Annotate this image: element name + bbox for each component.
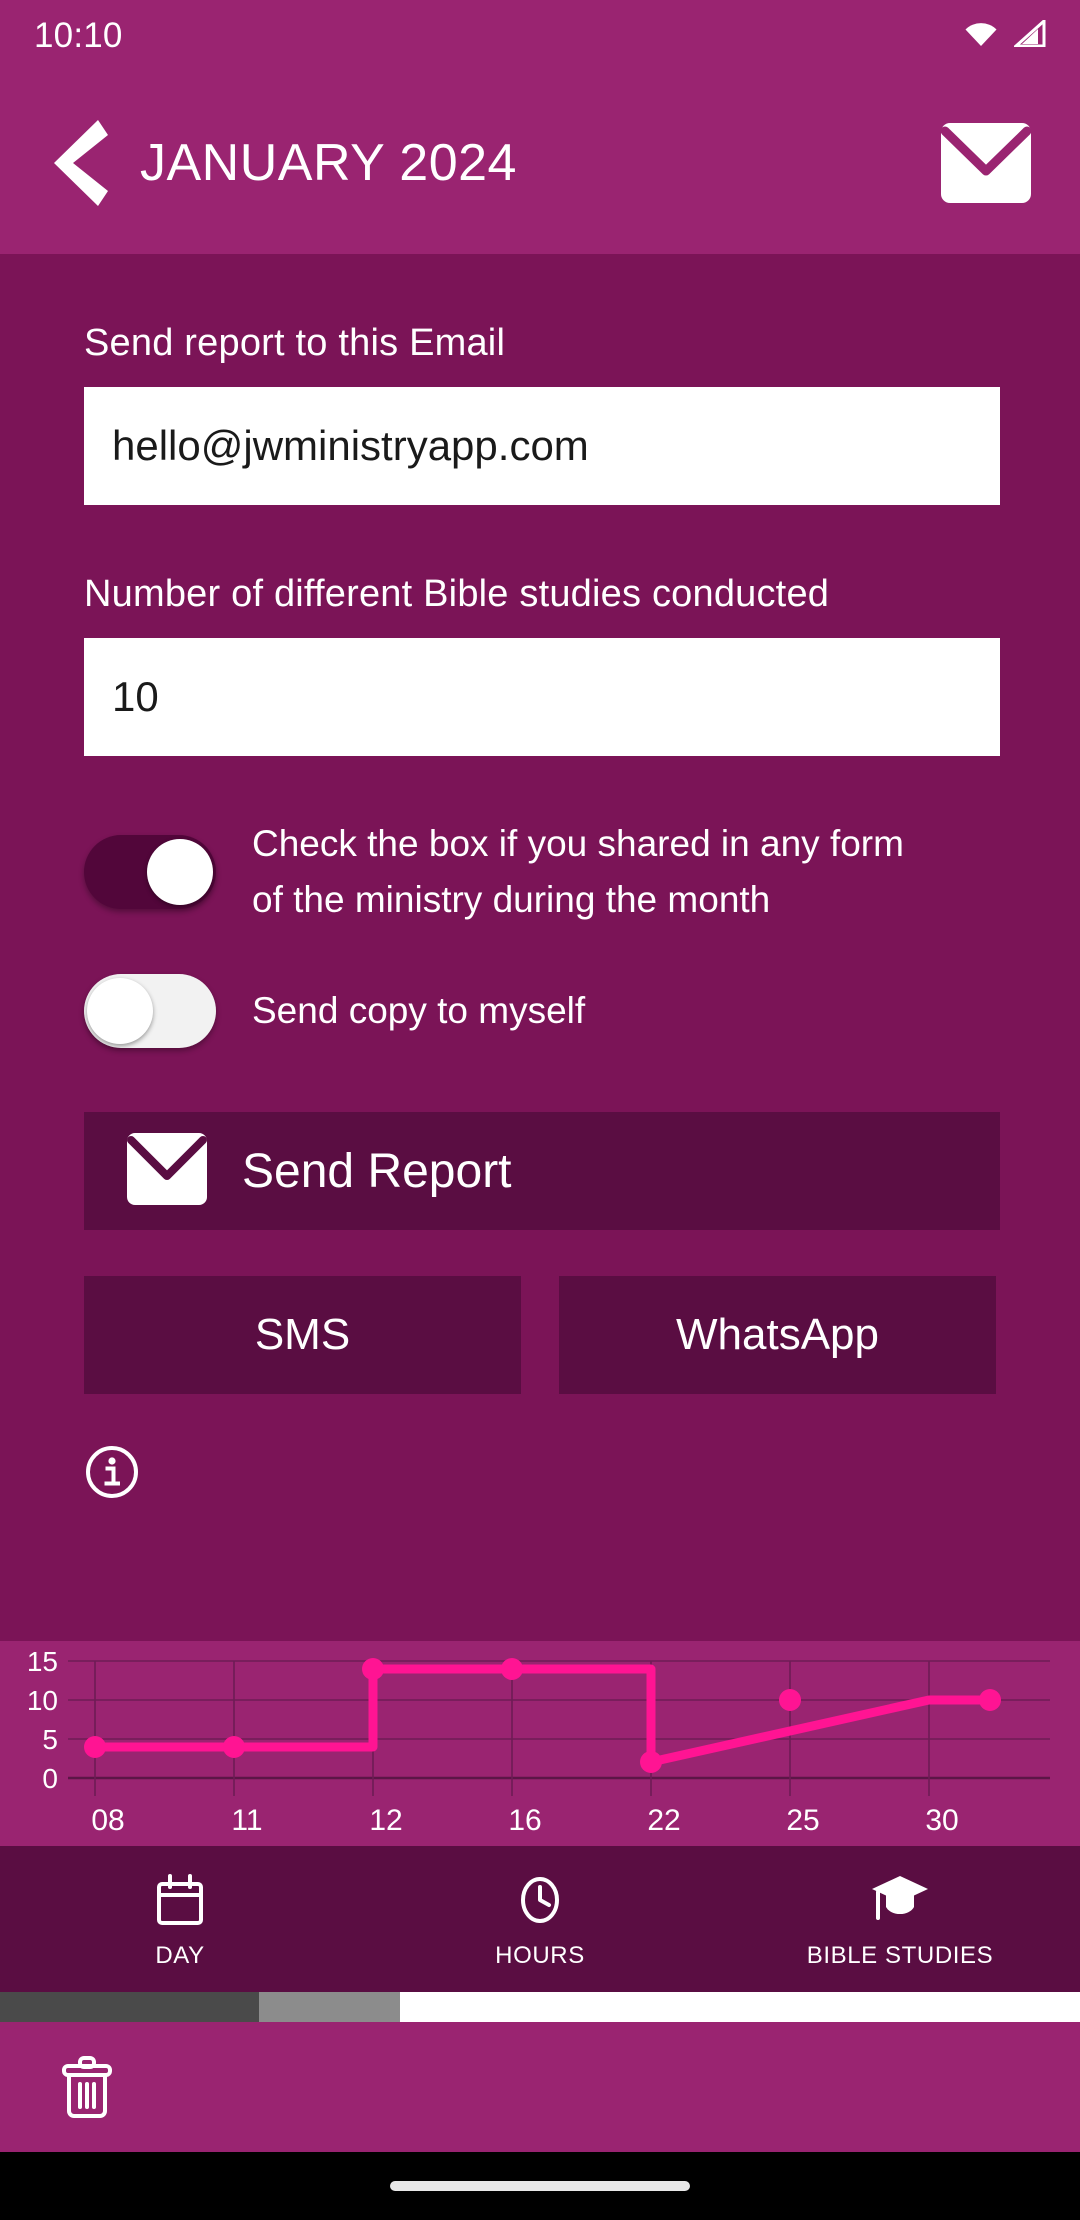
send-copy-row: Send copy to myself bbox=[84, 974, 996, 1048]
send-copy-label: Send copy to myself bbox=[252, 983, 585, 1039]
page-indicator-bar[interactable] bbox=[0, 1992, 1080, 2022]
y-tick-5: 5 bbox=[42, 1724, 58, 1755]
x-tick-5: 25 bbox=[786, 1804, 819, 1837]
segment-bible-studies[interactable] bbox=[400, 1992, 1080, 2022]
nav-label-hours: HOURS bbox=[495, 1942, 585, 1970]
data-point bbox=[979, 1689, 1001, 1711]
y-tick-0: 0 bbox=[42, 1763, 58, 1794]
status-bar: 10:10 bbox=[0, 0, 1080, 72]
back-chevron-icon[interactable] bbox=[48, 115, 114, 211]
data-point bbox=[779, 1689, 801, 1711]
bottom-navigation: DAY HOURS BIBLE STUDIES bbox=[0, 1846, 1080, 1992]
info-circle-icon[interactable] bbox=[84, 1444, 140, 1500]
trash-bar bbox=[0, 2022, 1080, 2152]
gesture-pill[interactable] bbox=[390, 2181, 690, 2191]
data-point bbox=[501, 1658, 523, 1680]
bible-studies-chart[interactable]: 15 10 5 0 08 11 12 16 bbox=[0, 1641, 1080, 1846]
nav-label-day: DAY bbox=[155, 1942, 204, 1970]
shared-ministry-toggle[interactable] bbox=[84, 835, 216, 909]
toggle-knob bbox=[147, 839, 213, 905]
envelope-icon bbox=[126, 1132, 208, 1211]
toggle-knob bbox=[87, 978, 153, 1044]
clock-icon bbox=[516, 1874, 564, 1926]
chart-gridlines bbox=[68, 1661, 1050, 1796]
nav-item-bible-studies[interactable]: BIBLE STUDIES bbox=[720, 1846, 1080, 1992]
x-tick-6: 30 bbox=[925, 1804, 958, 1837]
sms-button[interactable]: SMS bbox=[84, 1276, 521, 1394]
y-tick-10: 10 bbox=[27, 1685, 58, 1716]
page-title: JANUARY 2024 bbox=[140, 133, 517, 193]
send-report-button[interactable]: Send Report bbox=[84, 1112, 1000, 1230]
graduation-cap-icon bbox=[870, 1874, 930, 1926]
trash-icon[interactable] bbox=[58, 2054, 116, 2120]
chart-x-ticks: 08 11 12 16 22 25 30 bbox=[91, 1804, 958, 1837]
email-label: Send report to this Email bbox=[84, 322, 996, 365]
send-copy-toggle[interactable] bbox=[84, 974, 216, 1048]
nav-item-day[interactable]: DAY bbox=[0, 1846, 360, 1992]
shared-ministry-label: Check the box if you shared in any form … bbox=[252, 816, 942, 928]
x-tick-4: 22 bbox=[647, 1804, 680, 1837]
segment-day[interactable] bbox=[0, 1992, 259, 2022]
nav-item-hours[interactable]: HOURS bbox=[360, 1846, 720, 1992]
bible-studies-label: Number of different Bible studies conduc… bbox=[84, 573, 996, 616]
data-point bbox=[362, 1658, 384, 1680]
data-point bbox=[640, 1751, 662, 1773]
report-form: Send report to this Email hello@jwminist… bbox=[0, 254, 1080, 1641]
cell-signal-icon bbox=[1014, 20, 1046, 52]
x-tick-3: 16 bbox=[508, 1804, 541, 1837]
segment-hours[interactable] bbox=[259, 1992, 399, 2022]
app-screen: 10:10 JANUARY 2024 bbox=[0, 0, 1080, 2220]
chart-svg: 15 10 5 0 08 11 12 16 bbox=[0, 1641, 1080, 1846]
system-gesture-bar bbox=[0, 2152, 1080, 2220]
data-point bbox=[223, 1736, 245, 1758]
chart-y-ticks: 15 10 5 0 bbox=[27, 1646, 58, 1794]
nav-label-bible-studies: BIBLE STUDIES bbox=[807, 1942, 994, 1970]
status-time: 10:10 bbox=[34, 16, 123, 56]
bible-studies-field[interactable]: 10 bbox=[84, 638, 1000, 756]
y-tick-15: 15 bbox=[27, 1646, 58, 1677]
wifi-icon bbox=[964, 21, 998, 52]
data-point bbox=[84, 1736, 106, 1758]
send-report-label: Send Report bbox=[242, 1144, 512, 1199]
x-tick-2: 12 bbox=[369, 1804, 402, 1837]
envelope-icon[interactable] bbox=[938, 120, 1034, 206]
x-tick-0: 08 bbox=[91, 1804, 124, 1837]
x-tick-1: 11 bbox=[231, 1804, 262, 1837]
whatsapp-button[interactable]: WhatsApp bbox=[559, 1276, 996, 1394]
email-field[interactable]: hello@jwministryapp.com bbox=[84, 387, 1000, 505]
app-bar: JANUARY 2024 bbox=[0, 72, 1080, 254]
share-button-row: SMS WhatsApp bbox=[84, 1276, 996, 1394]
calendar-icon bbox=[156, 1874, 204, 1926]
status-icon-group bbox=[964, 20, 1046, 52]
shared-ministry-row: Check the box if you shared in any form … bbox=[84, 816, 996, 928]
